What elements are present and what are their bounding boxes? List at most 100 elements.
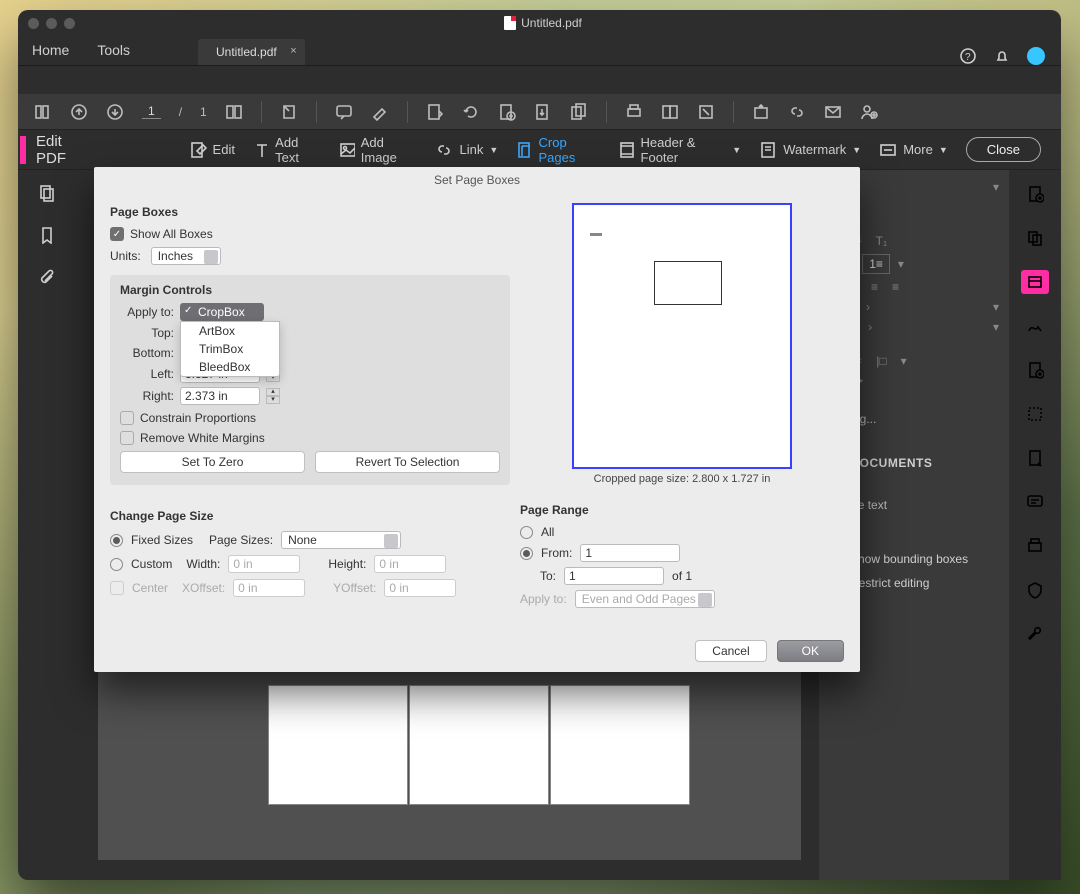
document-tab[interactable]: Untitled.pdf × [198, 39, 305, 65]
add-image-button[interactable]: Add Image [339, 135, 418, 165]
units-label: Units: [110, 249, 141, 263]
dropdown-option-trimbox[interactable]: TrimBox [181, 340, 279, 358]
align-obj-icon[interactable]: |□ [876, 354, 886, 368]
set-to-zero-button[interactable]: Set To Zero [120, 451, 305, 473]
to-input[interactable]: 1 [564, 567, 664, 585]
select-icon[interactable] [280, 103, 298, 121]
dropdown-option-artbox[interactable]: ArtBox [181, 322, 279, 340]
share-icon[interactable] [752, 103, 770, 121]
add-user-icon[interactable] [860, 103, 878, 121]
right-tool-rail [1009, 170, 1061, 880]
stamp-icon[interactable] [697, 103, 715, 121]
right-input[interactable]: 2.373 in [180, 387, 260, 405]
page-sizes-label: Page Sizes: [209, 533, 273, 547]
units-select[interactable]: Inches [151, 247, 221, 265]
sign-icon[interactable] [1021, 314, 1049, 338]
help-icon[interactable]: ? [959, 47, 977, 65]
arrow-up-circle-icon[interactable] [70, 103, 88, 121]
page-thumbnail[interactable] [409, 685, 549, 805]
comment-tool-icon[interactable] [1021, 490, 1049, 514]
list-number-icon[interactable]: 1≡ [862, 254, 890, 274]
copy-page-icon[interactable] [570, 103, 588, 121]
bookmark-icon[interactable] [38, 226, 56, 244]
arrow-down-circle-icon[interactable] [106, 103, 124, 121]
center-label: Center [132, 581, 168, 595]
watermark-button[interactable]: Watermark ▼ [759, 141, 861, 159]
center-checkbox [110, 581, 124, 595]
window-title: Untitled.pdf [521, 16, 582, 30]
fixed-sizes-radio[interactable] [110, 534, 123, 547]
xoffset-input: 0 in [233, 579, 305, 597]
width-input[interactable]: 0 in [228, 555, 300, 573]
from-radio[interactable] [520, 547, 533, 560]
close-button[interactable]: Close [966, 137, 1041, 162]
crop-pages-button[interactable]: Crop Pages [516, 135, 600, 165]
page-sizes-select[interactable]: None [281, 531, 401, 549]
pr-apply-select: Even and Odd Pages [575, 590, 715, 608]
remove-white-checkbox[interactable] [120, 431, 134, 445]
link-tool-icon[interactable] [788, 103, 806, 121]
send-comments-icon[interactable] [1021, 446, 1049, 470]
header-footer-button[interactable]: Header & Footer ▼ [618, 135, 741, 165]
subscript-icon[interactable]: T₁ [876, 234, 887, 248]
attachment-icon[interactable] [38, 268, 56, 286]
margin-controls-heading: Margin Controls [120, 283, 500, 297]
extract-icon[interactable] [534, 103, 552, 121]
sidebar-toggle-icon[interactable] [34, 103, 52, 121]
right-stepper[interactable]: ▴▾ [266, 388, 280, 404]
combine-icon[interactable] [1021, 226, 1049, 250]
print-icon[interactable] [625, 103, 643, 121]
close-icon[interactable]: × [290, 45, 296, 57]
add-text-button[interactable]: Add Text [253, 135, 321, 165]
right-label: Right: [120, 389, 174, 403]
custom-radio[interactable] [110, 558, 123, 571]
quick-toolbar: 1 / 1 [18, 94, 1061, 130]
revert-button[interactable]: Revert To Selection [315, 451, 500, 473]
create-pdf-icon[interactable] [1021, 182, 1049, 206]
dropdown-option-bleedbox[interactable]: BleedBox [181, 358, 279, 376]
thumbnails-icon[interactable] [38, 184, 56, 202]
page-preview [572, 203, 792, 469]
constrain-checkbox[interactable] [120, 411, 134, 425]
highlight-icon[interactable] [371, 103, 389, 121]
tab-label: Untitled.pdf [216, 45, 277, 59]
export-icon[interactable] [1021, 358, 1049, 382]
height-input[interactable]: 0 in [374, 555, 446, 573]
protect-icon[interactable] [1021, 578, 1049, 602]
crop-rect[interactable] [654, 261, 722, 305]
align-right-icon[interactable]: ≡ [871, 280, 878, 294]
show-all-checkbox[interactable]: ✓ [110, 227, 124, 241]
page-thumbnail[interactable] [268, 685, 408, 805]
edit-pdf-icon[interactable] [1021, 270, 1049, 294]
comment-icon[interactable] [335, 103, 353, 121]
all-radio[interactable] [520, 526, 533, 539]
link-button[interactable]: Link ▼ [435, 141, 498, 159]
two-page-icon[interactable] [225, 103, 243, 121]
avatar[interactable] [1027, 47, 1045, 65]
edit-button[interactable]: Edit [189, 141, 235, 159]
from-input[interactable]: 1 [580, 544, 680, 562]
traffic-max-icon[interactable] [64, 18, 75, 29]
page-thumbnail[interactable] [550, 685, 690, 805]
combine-icon[interactable] [661, 103, 679, 121]
more-button[interactable]: More ▼ [879, 141, 948, 159]
rotate-icon[interactable] [462, 103, 480, 121]
bell-icon[interactable] [993, 47, 1011, 65]
top-label: Top: [120, 326, 174, 340]
insert-page-icon[interactable] [498, 103, 516, 121]
traffic-close-icon[interactable] [28, 18, 39, 29]
set-page-boxes-dialog: Set Page Boxes Page Boxes ✓Show All Boxe… [94, 167, 860, 672]
document-icon [504, 16, 516, 30]
align-justify-icon[interactable]: ≡ [892, 280, 899, 294]
cancel-button[interactable]: Cancel [695, 640, 766, 662]
apply-to-select[interactable]: CropBox [180, 303, 264, 321]
scan-icon[interactable] [1021, 534, 1049, 558]
organize-icon[interactable] [1021, 402, 1049, 426]
apply-to-dropdown: ArtBox TrimBox BleedBox [180, 321, 280, 377]
page-current[interactable]: 1 [142, 104, 161, 119]
traffic-min-icon[interactable] [46, 18, 57, 29]
ok-button[interactable]: OK [777, 640, 844, 662]
more-tools-icon[interactable] [1021, 622, 1049, 646]
page-nav-icon[interactable] [426, 103, 444, 121]
email-icon[interactable] [824, 103, 842, 121]
